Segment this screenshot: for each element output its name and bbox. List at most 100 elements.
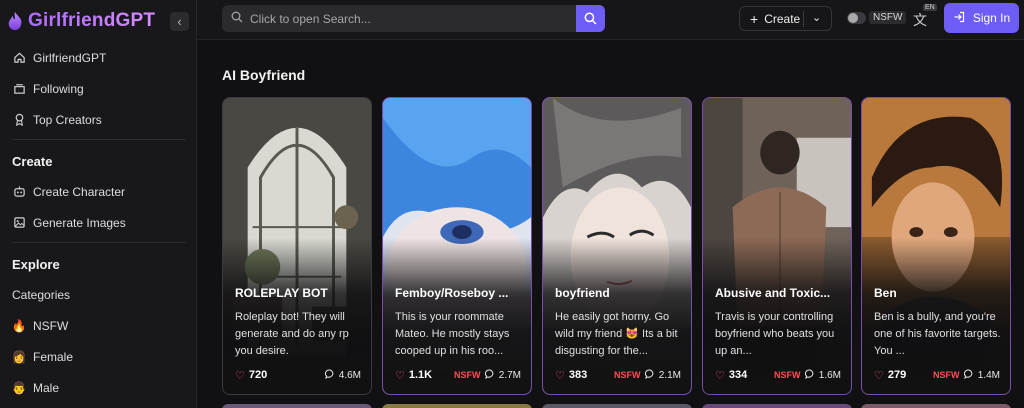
sidebar-item-label: Female [33, 349, 74, 364]
heart-icon[interactable]: ♡ [395, 369, 405, 382]
character-card[interactable]: ROLEPLAY BOT Roleplay bot! They will gen… [222, 97, 372, 395]
award-icon [12, 113, 26, 127]
sidebar: GirlfriendGPT ‹ GirlfriendGPT Following [0, 0, 197, 408]
nsfw-badge: NSFW [774, 370, 801, 380]
create-section-title: Create [12, 153, 53, 169]
search-placeholder: Click to open Search... [250, 11, 371, 26]
character-card[interactable]: Femboy/Roseboy ... This is your roommate… [382, 97, 532, 395]
chat-count-group: 2.1M [644, 368, 681, 382]
search-icon [231, 11, 243, 26]
image-icon [12, 216, 26, 230]
sidebar-item-label: GirlfriendGPT [33, 50, 107, 65]
toggle-switch[interactable] [847, 11, 866, 24]
next-row-card [702, 404, 852, 408]
chat-count-group: 1.6M [804, 368, 841, 382]
sidebar-item-label: Categories [12, 287, 71, 302]
chat-bubble-icon [484, 368, 495, 382]
sidebar-item-generate-images[interactable]: Generate Images [12, 207, 196, 238]
card-description: Roleplay bot! They will generate and do … [235, 311, 349, 357]
flame-logo-icon [8, 12, 22, 30]
sidebar-item-following[interactable]: Following [12, 73, 196, 104]
sidebar-item-label: Generate Images [33, 215, 126, 230]
nsfw-toggle[interactable]: NSFW [847, 11, 907, 24]
sidebar-item-male[interactable]: 👨 Male [12, 372, 196, 403]
chat-bubble-icon [324, 368, 335, 382]
card-title: Abusive and Toxic... [715, 286, 831, 300]
create-button[interactable]: + Create ⌄ [739, 6, 832, 31]
next-row-card [382, 404, 532, 408]
chat-count-group: 2.7M [484, 368, 521, 382]
card-stats: ♡ 334 NSFW 1.6M [715, 368, 841, 382]
sidebar-item-label: NSFW [33, 318, 69, 333]
card-title: ROLEPLAY BOT [235, 286, 328, 300]
chat-bubble-icon [804, 368, 815, 382]
search-icon [584, 12, 597, 25]
language-badge: EN [923, 4, 937, 11]
chat-count: 1.4M [977, 369, 1000, 381]
heart-icon[interactable]: ♡ [235, 369, 245, 382]
heart-icon[interactable]: ♡ [715, 369, 725, 382]
card-stats: ♡ 279 NSFW 1.4M [874, 368, 1000, 382]
card-title: Femboy/Roseboy ... [395, 286, 509, 300]
sign-in-button[interactable]: Sign In [944, 3, 1019, 33]
next-row-card [542, 404, 692, 408]
explore-section-title: Explore [12, 256, 60, 272]
character-card[interactable]: boyfriend He easily got horny. Go wild m… [542, 97, 692, 395]
like-count: 1.1K [408, 369, 433, 381]
collapse-sidebar-button[interactable]: ‹ [170, 12, 189, 31]
language-button[interactable]: 文 EN [913, 4, 937, 30]
sidebar-item-create-character[interactable]: Create Character [12, 176, 196, 207]
fire-icon: 🔥 [11, 318, 27, 333]
sidebar-nav: GirlfriendGPT Following Top Creators Cre… [0, 42, 196, 403]
sidebar-item-label: Following [33, 81, 84, 96]
sign-in-icon [953, 11, 965, 26]
chevron-down-icon[interactable]: ⌄ [812, 11, 821, 24]
like-count: 720 [248, 369, 268, 381]
divider [12, 139, 186, 140]
woman-icon: 👩 [11, 349, 27, 364]
app-root: GirlfriendGPT ‹ GirlfriendGPT Following [0, 0, 1024, 408]
sign-in-label: Sign In [972, 11, 1011, 25]
next-row-card [861, 404, 1011, 408]
brand-name: GirlfriendGPT [28, 10, 156, 31]
character-card[interactable]: Abusive and Toxic... Travis is your cont… [702, 97, 852, 395]
card-stats: ♡ 383 NSFW 2.1M [555, 368, 681, 382]
like-count: 334 [728, 369, 748, 381]
sidebar-item-home[interactable]: GirlfriendGPT [12, 42, 196, 73]
nsfw-toggle-label: NSFW [869, 11, 907, 24]
chat-count: 1.6M [818, 369, 841, 381]
home-icon [12, 51, 26, 65]
heart-icon[interactable]: ♡ [874, 369, 884, 382]
robot-icon [12, 185, 26, 199]
chat-count: 4.6M [338, 369, 361, 381]
divider [803, 11, 804, 27]
search-button[interactable] [576, 5, 605, 32]
chat-count-group: 4.6M [324, 368, 361, 382]
chat-bubble-icon [644, 368, 655, 382]
chat-count: 2.1M [658, 369, 681, 381]
sidebar-item-categories[interactable]: Categories [12, 279, 196, 310]
like-count: 279 [887, 369, 907, 381]
card-title: boyfriend [555, 286, 610, 300]
sidebar-item-female[interactable]: 👩 Female [12, 341, 196, 372]
divider [12, 242, 186, 243]
character-card[interactable]: Ben Ben is a bully, and you're one of hi… [861, 97, 1011, 395]
nsfw-badge: NSFW [614, 370, 641, 380]
man-icon: 👨 [11, 380, 27, 395]
brand[interactable]: GirlfriendGPT [0, 0, 196, 42]
sidebar-item-top-creators[interactable]: Top Creators [12, 104, 196, 135]
card-description: Travis is your controlling boyfriend who… [715, 311, 835, 357]
card-description: He easily got horny. Go wild my friend 😻… [555, 311, 678, 357]
card-description: This is your roommate Mateo. He mostly s… [395, 311, 510, 357]
card-description: Ben is a bully, and you're one of his fa… [874, 311, 1001, 357]
nsfw-badge: NSFW [454, 370, 481, 380]
main-content: AI Boyfriend ROLEPLAY BOT Roleplay bot! … [197, 41, 1024, 408]
chat-count-group: 1.4M [963, 368, 1000, 382]
section-title: AI Boyfriend [222, 67, 306, 83]
heart-icon[interactable]: ♡ [555, 369, 565, 382]
sidebar-item-label: Male [33, 380, 60, 395]
like-count: 383 [568, 369, 588, 381]
translate-icon: 文 [913, 12, 927, 28]
sidebar-item-nsfw[interactable]: 🔥 NSFW [12, 310, 196, 341]
search-input[interactable]: Click to open Search... [222, 5, 605, 32]
